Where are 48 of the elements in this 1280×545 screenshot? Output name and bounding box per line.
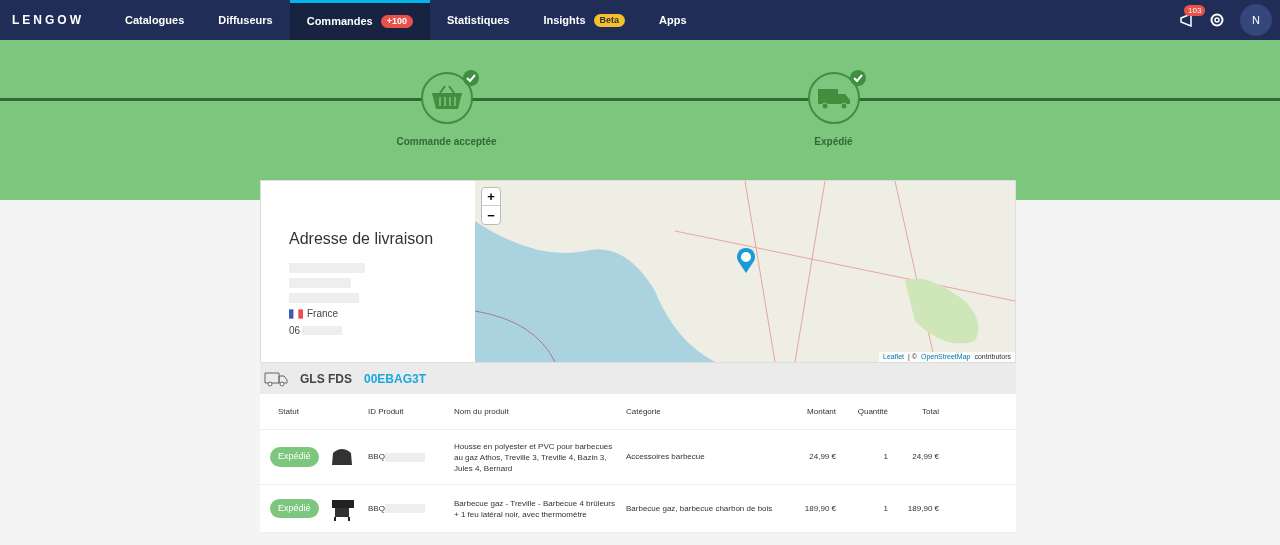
amount-cell-text: 189,90 € [803, 502, 836, 515]
country: France [307, 307, 339, 321]
product-id: BBQ [368, 451, 385, 463]
category-cell-text: Barbecue gaz, barbecue charbon de bois [626, 502, 774, 515]
map-pin-icon[interactable] [736, 247, 756, 273]
help-icon[interactable] [1210, 13, 1224, 27]
nav-tab[interactable]: Statistiques [430, 0, 527, 40]
zoom-out-button[interactable]: − [482, 206, 500, 224]
nav-badge: +100 [380, 15, 413, 28]
notification-count: 103 [1184, 5, 1206, 16]
column-header: Total [921, 405, 939, 418]
category-cell-text: Accessoires barbecue [626, 451, 706, 463]
column-header: Montant [806, 405, 836, 418]
grill-cover-drawing [330, 447, 354, 467]
logo: LENGOW [12, 12, 84, 29]
column-header: Catégorie [626, 405, 662, 418]
column-header: ID Produit [368, 405, 405, 418]
amount-cell-text: 24,99 € [808, 451, 836, 463]
step-label: Expédié [814, 135, 853, 149]
nav-tab[interactable]: Apps [642, 0, 704, 40]
status-badge: Expédié [270, 447, 319, 467]
product-name: Barbecue gaz - Treville - Barbecue 4 brûleurs + 1 feu latéral noir, avec thermomètre [454, 497, 616, 520]
truck-icon [264, 370, 288, 387]
total-cell-text: 24,99 € [911, 451, 939, 463]
step-label: Commande acceptée [396, 135, 497, 149]
nav-tab[interactable]: Insights Beta [526, 0, 643, 40]
status-badge: Expédié [270, 498, 319, 519]
address-title: Adresse de livraison [289, 229, 435, 249]
product-id: BBQ [368, 502, 385, 515]
user-avatar[interactable]: N [1240, 4, 1272, 36]
truck-icon [816, 86, 851, 110]
column-header: Statut [277, 405, 300, 418]
carrier-name: GLS FDS [300, 370, 352, 388]
megaphone-icon[interactable] [1180, 13, 1194, 27]
zoom-in-button[interactable]: + [482, 188, 500, 206]
nav-tab[interactable]: Commandes +100 [289, 0, 430, 40]
column-header: Nom du produit [454, 405, 510, 418]
quantity-cell-text: 1 [882, 451, 888, 463]
nav-badge: Beta [593, 13, 626, 27]
total-cell-text: 189,90 € [906, 502, 939, 515]
nav-tab[interactable]: Catalogues [108, 0, 202, 40]
phone: 06 [289, 324, 301, 338]
column-header: Quantité [856, 405, 888, 418]
nav-tab[interactable]: Diffuseurs [201, 0, 290, 40]
product-name: Housse en polyester et PVC pour barbecues au gaz Athos, Treville 3, Treville 4, Bazin 3, Jules 4, Bernard [454, 440, 614, 474]
flag-icon [289, 308, 303, 319]
basket-icon [429, 85, 464, 111]
quantity-cell-text: 1 [882, 502, 888, 515]
